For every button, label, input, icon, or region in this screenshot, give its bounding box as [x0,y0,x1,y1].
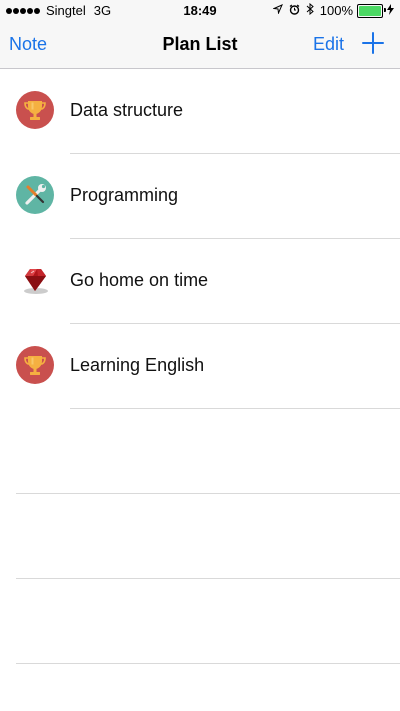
battery-fill [359,5,381,16]
bluetooth-icon [306,2,314,18]
plan-label: Go home on time [70,270,209,290]
battery-icon [357,3,386,18]
charging-bolt-icon [387,3,394,18]
plan-list-screen: Singtel 3G 18:49 100% Note Plan List Edi… [0,0,400,711]
ruby-gem-icon [16,261,54,299]
navigation-bar: Note Plan List Edit [0,22,400,69]
edit-button[interactable]: Edit [313,34,344,55]
trophy-icon [16,346,54,384]
plan-label: Learning English [70,355,205,375]
battery-percentage: 100% [319,3,353,18]
plan-label: Data structure [70,100,184,120]
alarm-clock-icon [289,4,300,18]
status-right: 100% [267,2,394,18]
empty-row [0,409,400,494]
tools-icon [16,176,54,214]
plan-row[interactable]: Go home on time [0,239,400,324]
trophy-icon [16,91,54,129]
plan-row[interactable]: Data structure [0,69,400,154]
plan-list: Data structure Programming Go home on ti… [0,69,400,664]
plan-row[interactable]: Learning English [0,324,400,409]
add-plan-button[interactable] [361,31,385,55]
row-divider [16,663,400,664]
empty-row [0,494,400,579]
plan-label: Programming [70,185,179,205]
empty-row [0,579,400,664]
status-bar: Singtel 3G 18:49 100% [0,0,400,22]
location-arrow-icon [271,4,283,17]
plus-icon [362,32,384,54]
plan-row[interactable]: Programming [0,154,400,239]
